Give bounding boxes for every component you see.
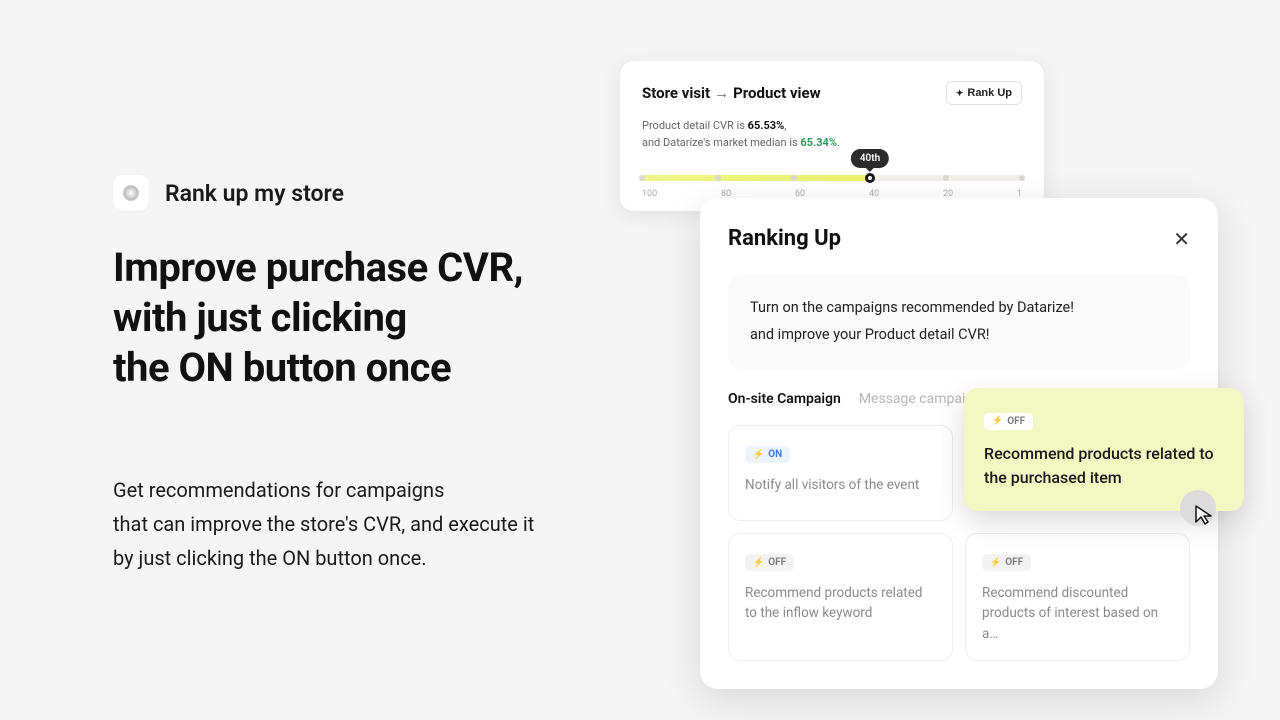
slider-knob[interactable]	[865, 173, 875, 183]
metric-text: Product detail CVR is 65.53%, and Datari…	[642, 117, 1022, 151]
slider-tick-dot	[1019, 175, 1025, 181]
bolt-icon: ⚡	[992, 416, 1003, 426]
metric-median-value: 65.34%	[800, 136, 837, 149]
app-header-row: Rank up my store	[113, 175, 573, 211]
status-label: OFF	[1007, 416, 1025, 427]
app-icon	[113, 175, 149, 211]
metric-value: 65.53%	[748, 119, 785, 132]
tick-label: 100	[642, 189, 657, 199]
campaign-card[interactable]: ⚡ OFF Recommend products related to the …	[728, 533, 953, 661]
slider-tick-dot	[943, 175, 949, 181]
slider-tick-dot	[639, 175, 645, 181]
status-label: ON	[768, 449, 782, 460]
cvr-card-header: Store visit → Product view Rank Up	[642, 81, 1022, 105]
metric-median-suffix: .	[837, 136, 840, 149]
headline: Improve purchase CVR, with just clicking…	[113, 243, 573, 393]
slider-track[interactable]	[642, 175, 1022, 181]
status-label: OFF	[1005, 557, 1023, 568]
campaign-text: Recommend products related to the purcha…	[984, 442, 1224, 492]
metric-comma: ,	[784, 119, 786, 132]
arrow-right-icon: →	[714, 84, 729, 102]
modal-title: Ranking Up	[728, 226, 841, 251]
status-label: OFF	[768, 557, 786, 568]
bolt-icon: ⚡	[753, 450, 764, 460]
status-pill-on: ⚡ ON	[745, 446, 790, 463]
headline-line: Improve purchase CVR,	[113, 243, 573, 293]
campaign-text: Recommend discounted products of interes…	[982, 583, 1173, 644]
bolt-icon: ⚡	[753, 558, 764, 568]
slider-tick-dot	[715, 175, 721, 181]
campaign-text: Notify all visitors of the event	[745, 475, 936, 495]
status-pill-off: ⚡ OFF	[984, 413, 1033, 430]
status-pill-off: ⚡ OFF	[982, 554, 1031, 571]
banner-line: and improve your Product detail CVR!	[750, 322, 1168, 349]
metric-median-prefix: and Datarize's market median is	[642, 136, 800, 149]
modal-banner: Turn on the campaigns recommended by Dat…	[728, 275, 1190, 369]
marketing-panel: Rank up my store Improve purchase CVR, w…	[113, 175, 573, 575]
status-pill-off: ⚡ OFF	[745, 554, 794, 571]
banner-line: Turn on the campaigns recommended by Dat…	[750, 295, 1168, 322]
slider-tick-dot	[791, 175, 797, 181]
tab-onsite[interactable]: On-site Campaign	[728, 391, 841, 407]
subtext-line: Get recommendations for campaigns	[113, 473, 573, 507]
campaign-text: Recommend products related to the inflow…	[745, 583, 936, 624]
breadcrumb-step: Product view	[733, 84, 821, 102]
subtext-line: that can improve the store's CVR, and ex…	[113, 507, 573, 541]
cvr-summary-card: Store visit → Product view Rank Up Produ…	[620, 61, 1044, 211]
funnel-breadcrumb: Store visit → Product view	[642, 84, 821, 102]
subtext-line: by just clicking the ON button once.	[113, 541, 573, 575]
rank-slider: 40th 100 80 60 40 20 1	[642, 175, 1022, 199]
bolt-icon: ⚡	[990, 558, 1001, 568]
app-icon-dot	[123, 185, 139, 201]
subtext: Get recommendations for campaigns that c…	[113, 473, 573, 575]
breadcrumb-step: Store visit	[642, 84, 710, 102]
close-icon[interactable]: ✕	[1173, 229, 1190, 249]
metric-prefix: Product detail CVR is	[642, 119, 748, 132]
app-label: Rank up my store	[165, 180, 344, 207]
rank-up-button[interactable]: Rank Up	[946, 81, 1022, 105]
rank-badge: 40th	[851, 149, 889, 168]
campaign-card[interactable]: ⚡ ON Notify all visitors of the event	[728, 425, 953, 521]
slider-fill	[642, 175, 870, 181]
cursor-arrow-icon	[1194, 504, 1216, 526]
modal-header: Ranking Up ✕	[728, 226, 1190, 251]
headline-line: with just clicking	[113, 293, 573, 343]
rank-up-button-label: Rank Up	[967, 87, 1012, 99]
tab-message[interactable]: Message campaign	[859, 391, 981, 407]
headline-line: the ON button once	[113, 343, 573, 393]
campaign-card[interactable]: ⚡ OFF Recommend discounted products of i…	[965, 533, 1190, 661]
